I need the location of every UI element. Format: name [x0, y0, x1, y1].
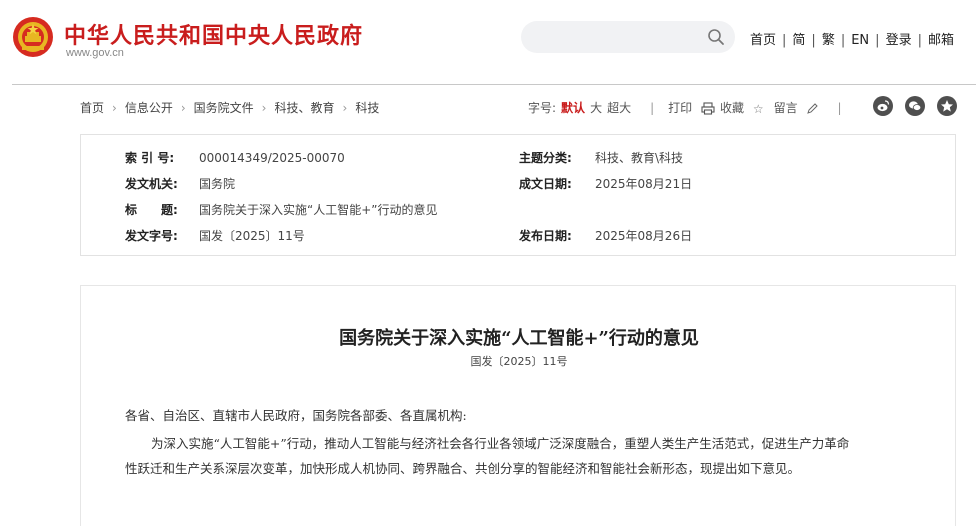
favorite-button[interactable]: 收藏 ☆ [719, 101, 769, 116]
info-index-value: 000014349/2025-00070 [199, 151, 345, 165]
info-date-written-label: 成文日期: [519, 177, 572, 191]
site-url[interactable]: www.gov.cn [66, 47, 124, 59]
tools-divider: | [650, 101, 655, 115]
nav-home[interactable]: 首页 [750, 33, 776, 48]
chevron-right-icon: › [112, 101, 117, 115]
article-title: 国务院关于深入实施“人工智能+”行动的意见 [339, 328, 699, 349]
nav-separator: | [917, 33, 922, 48]
info-date-written-row: 成文日期: 2025年08月21日 [519, 175, 692, 192]
info-topic-label: 主题分类: [519, 151, 572, 165]
comment-button[interactable]: 留言 [774, 101, 819, 115]
search-icon[interactable] [707, 28, 725, 46]
info-title-value: 国务院关于深入实施“人工智能+”行动的意见 [199, 203, 438, 217]
article-doc-number: 国发〔2025〕11号 [470, 355, 568, 368]
breadcrumb: 首页 › 信息公开 › 国务院文件 › 科技、教育 › 科技 [80, 99, 379, 116]
info-issuer-value: 国务院 [199, 177, 236, 191]
chevron-right-icon: › [180, 101, 186, 115]
chevron-right-icon: › [342, 101, 348, 115]
breadcrumb-home[interactable]: 首页 [80, 101, 104, 115]
info-doc-no-label: 发文字号: [125, 229, 178, 243]
font-size-default[interactable]: 默认 [561, 101, 585, 115]
site-title[interactable]: 中华人民共和国中央人民政府 [64, 18, 363, 50]
wechat-icon [909, 101, 922, 111]
nav-traditional[interactable]: 繁 [822, 33, 835, 48]
info-title-label: 标 题: [125, 203, 178, 217]
nav-mailbox[interactable]: 邮箱 [928, 33, 954, 48]
font-size-label: 字号: [528, 101, 557, 115]
article-body: 国务院关于深入实施“人工智能+”行动的意见 国发〔2025〕11号 各省、自治区… [80, 285, 956, 526]
info-doc-no-value: 国发〔2025〕11号 [199, 229, 305, 243]
comment-label: 留言 [773, 101, 798, 115]
share-wechat-button[interactable] [905, 96, 925, 116]
nav-separator: | [875, 33, 880, 48]
nav-simplified[interactable]: 简 [792, 33, 805, 48]
font-size-large[interactable]: 大 [590, 101, 602, 115]
info-publish-label: 发布日期: [519, 229, 572, 243]
info-issuer-row: 发文机关: 国务院 [125, 175, 235, 192]
pencil-icon [807, 102, 819, 114]
print-label: 打印 [668, 101, 693, 115]
chevron-right-icon: › [261, 101, 267, 115]
weibo-icon [877, 100, 890, 112]
breadcrumb-state-council-docs[interactable]: 国务院文件 [194, 101, 254, 115]
header-divider [12, 84, 976, 85]
info-topic-row: 主题分类: 科技、教育\科技 [519, 149, 683, 166]
document-info-box: 索 引 号: 000014349/2025-00070 主题分类: 科技、教育\科技… [80, 134, 956, 256]
print-button[interactable]: 打印 [668, 101, 715, 115]
national-emblem-icon[interactable] [12, 16, 54, 58]
breadcrumb-sci-edu[interactable]: 科技、教育 [274, 101, 334, 115]
info-issuer-label: 发文机关: [125, 177, 178, 191]
info-index-label: 索 引 号: [125, 151, 175, 165]
nav-separator: | [811, 33, 816, 48]
info-title-row: 标 题: 国务院关于深入实施“人工智能+”行动的意见 [125, 201, 438, 218]
nav-separator: | [782, 33, 787, 48]
breadcrumb-info-public[interactable]: 信息公开 [125, 101, 173, 115]
breadcrumb-technology[interactable]: 科技 [355, 101, 379, 115]
nav-english[interactable]: EN [851, 33, 869, 48]
share-weibo-button[interactable] [873, 96, 893, 116]
qzone-icon [941, 100, 953, 112]
article-tools: 字号: 默认大超大 | 打印 收藏 ☆ 留言 | [528, 99, 855, 116]
nav-separator: | [840, 33, 846, 48]
info-doc-no-row: 发文字号: 国发〔2025〕11号 [125, 227, 305, 244]
article-paragraph-line: 性跃迁和生产关系深层次变革，加快形成人机协同、跨界融合、共创分享的智能经济和智能… [125, 461, 801, 476]
info-index-row: 索 引 号: 000014349/2025-00070 [125, 149, 345, 166]
article-paragraph-line: 为深入实施“人工智能+”行动，推动人工智能与经济社会各行业各领域广泛深度融合，重… [151, 436, 850, 451]
site-header: 中华人民共和国中央人民政府 www.gov.cn 首页 | 简 | 繁 | EN | 登录 | 邮箱 [0, 0, 976, 84]
info-publish-value: 2025年08月26日 [595, 229, 693, 243]
star-icon: ☆ [752, 101, 764, 116]
info-topic-value: 科技、教育\科技 [595, 151, 684, 165]
share-qzone-button[interactable] [937, 96, 957, 116]
font-size-xlarge[interactable]: 超大 [607, 101, 631, 115]
info-date-written-value: 2025年08月21日 [595, 177, 693, 191]
search-input[interactable] [521, 21, 735, 53]
nav-login[interactable]: 登录 [886, 33, 912, 48]
article-salutation: 各省、自治区、直辖市人民政府，国务院各部委、各直属机构: [125, 408, 467, 423]
print-icon [701, 102, 715, 115]
favorite-label: 收藏 [719, 101, 744, 115]
top-nav: 首页 | 简 | 繁 | EN | 登录 | 邮箱 [750, 29, 954, 48]
info-publish-row: 发布日期: 2025年08月26日 [519, 227, 692, 244]
tools-divider: | [837, 101, 842, 115]
